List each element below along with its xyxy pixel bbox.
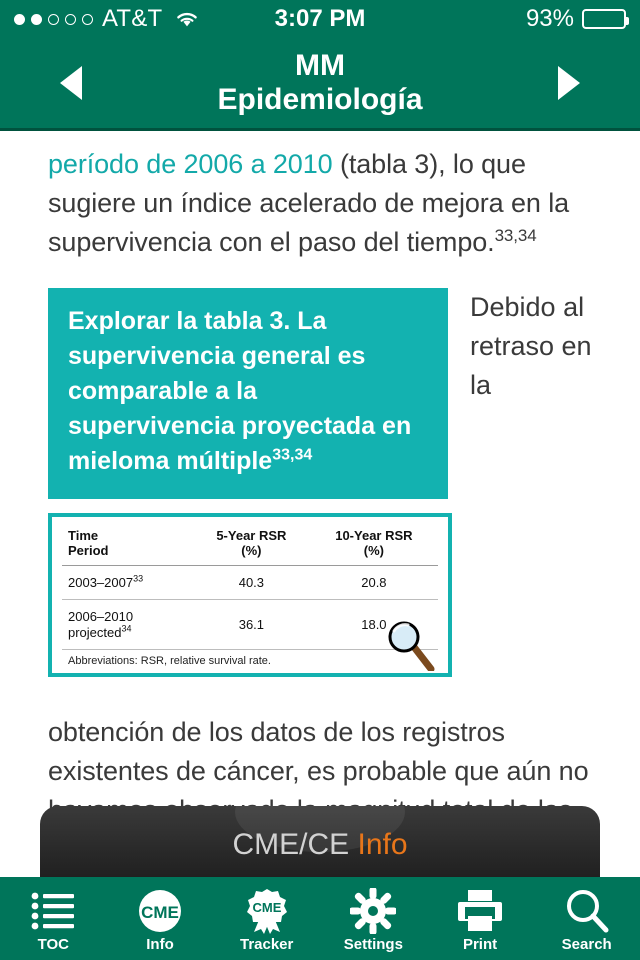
toolbar-item-print[interactable]: Print bbox=[427, 877, 534, 960]
cell-10-year: 18.0 bbox=[361, 617, 387, 633]
cell-period-text: 2003–2007 bbox=[68, 574, 134, 590]
toolbar-item-settings[interactable]: Settings bbox=[320, 877, 427, 960]
table-row: 2003–200733 40.3 20.8 bbox=[62, 565, 438, 600]
toolbar-label-info: Info bbox=[146, 935, 174, 953]
table-thumbnail[interactable]: Time Period 5-Year RSR (%) 10-Year RSR (… bbox=[48, 513, 452, 678]
search-icon bbox=[564, 888, 610, 934]
col-header-10-year-line2: (%) bbox=[363, 543, 384, 559]
toolbar-label-settings: Settings bbox=[343, 935, 403, 953]
gear-icon bbox=[350, 887, 397, 934]
cme-circle-icon: CME bbox=[137, 888, 183, 934]
cell-period: 2006–2010 projected34 bbox=[62, 600, 193, 650]
article-content: período de 2006 a 2010 (tabla 3), lo que… bbox=[0, 131, 640, 870]
toolbar-label-print: Print bbox=[462, 935, 498, 953]
table-row: 2006–2010 projected34 36.1 18.0 bbox=[62, 600, 438, 650]
cell-5-year: 36.1 bbox=[238, 617, 265, 633]
cell-period: 2003–200733 bbox=[62, 565, 193, 600]
status-bar: AT&T 3:07 PM 93% bbox=[0, 0, 640, 38]
bottom-toolbar: TOC CME Info CME Tracker Settings Print … bbox=[0, 877, 640, 960]
paragraph-1: período de 2006 a 2010 (tabla 3), lo que… bbox=[48, 145, 592, 262]
table-abbreviations-note: Abbreviations: RSR, relative survival ra… bbox=[68, 655, 271, 668]
toolbar-item-info[interactable]: CME Info bbox=[107, 877, 214, 960]
signal-dot-4 bbox=[65, 13, 76, 25]
chevron-right-icon[interactable] bbox=[558, 66, 580, 100]
col-header-10-year-line1: 10-Year RSR bbox=[335, 528, 413, 543]
signal-dot-2 bbox=[31, 13, 42, 25]
survival-rate-table: Time Period 5-Year RSR (%) 10-Year RSR (… bbox=[62, 523, 438, 650]
cme-bar-label-primary: CME/CE bbox=[232, 828, 350, 861]
side-paragraph: Debido al retraso en la bbox=[470, 292, 592, 400]
col-header-5-year-rsr: 5-Year RSR (%) bbox=[193, 523, 310, 565]
svg-text:CME: CME bbox=[252, 900, 281, 915]
app-header: MM Epidemiología bbox=[0, 38, 640, 128]
toolbar-label-toc: TOC bbox=[37, 935, 70, 953]
col-header-10-year-rsr: 10-Year RSR (%) bbox=[310, 523, 438, 565]
cell-period-line2-wrap: projected34 bbox=[68, 623, 191, 641]
callout-row: Explorar la tabla 3. La supervivencia ge… bbox=[48, 288, 592, 499]
callout-superscript: 33,34 bbox=[272, 446, 313, 464]
status-bar-left: AT&T bbox=[14, 5, 199, 33]
header-title-group: MM Epidemiología bbox=[217, 49, 422, 116]
cme-bar-label: CME/CE Info bbox=[232, 828, 407, 862]
inline-link-periodo[interactable]: período de 2006 a 2010 bbox=[48, 149, 333, 179]
chevron-left-icon[interactable] bbox=[60, 66, 82, 100]
wifi-icon bbox=[175, 10, 199, 28]
cell-10-year: 20.8 bbox=[361, 574, 387, 590]
toolbar-label-search: Search bbox=[561, 935, 612, 953]
callout-text: Explorar la tabla 3. La supervivencia ge… bbox=[68, 307, 412, 475]
col-header-time-period-line1: Time bbox=[68, 528, 99, 543]
cell-period-text: 2006–2010 bbox=[68, 609, 134, 625]
svg-text:CME: CME bbox=[141, 903, 179, 922]
carrier-label: AT&T bbox=[102, 5, 163, 32]
signal-strength-dots bbox=[14, 13, 93, 25]
cme-bar-label-accent: Info bbox=[357, 828, 408, 861]
signal-dot-3 bbox=[48, 13, 59, 25]
paragraph-1-superscript: 33,34 bbox=[494, 226, 537, 245]
page-title: MM bbox=[295, 49, 345, 83]
signal-dot-5 bbox=[82, 13, 93, 25]
col-header-5-year-line1: 5-Year RSR bbox=[216, 528, 287, 543]
cell-period-superscript: 33 bbox=[133, 573, 144, 584]
list-icon bbox=[30, 888, 76, 934]
toolbar-item-tracker[interactable]: CME Tracker bbox=[213, 877, 320, 960]
table-header-row: Time Period 5-Year RSR (%) 10-Year RSR (… bbox=[62, 523, 438, 566]
printer-icon bbox=[456, 888, 504, 934]
col-header-time-period-line2: Period bbox=[68, 543, 109, 559]
battery-icon bbox=[582, 9, 629, 29]
table-head: Time Period 5-Year RSR (%) 10-Year RSR (… bbox=[62, 523, 438, 566]
cme-ce-info-bar[interactable]: CME/CE Info bbox=[40, 806, 600, 884]
cell-period-line2-superscript: 34 bbox=[121, 623, 132, 634]
page-subtitle: Epidemiología bbox=[217, 83, 423, 116]
status-bar-right: 93% bbox=[525, 5, 629, 33]
toolbar-label-tracker: Tracker bbox=[239, 935, 294, 953]
toolbar-item-toc[interactable]: TOC bbox=[0, 877, 107, 960]
cme-badge-icon: CME bbox=[244, 888, 290, 934]
signal-dot-1 bbox=[14, 13, 25, 25]
cell-5-year: 40.3 bbox=[238, 574, 265, 590]
explore-table-callout[interactable]: Explorar la tabla 3. La supervivencia ge… bbox=[48, 288, 448, 499]
col-header-5-year-line2: (%) bbox=[241, 543, 262, 559]
cell-period-line2: projected bbox=[68, 624, 122, 640]
col-header-time-period: Time Period bbox=[62, 523, 193, 565]
toolbar-item-search[interactable]: Search bbox=[533, 877, 640, 960]
battery-percentage: 93% bbox=[525, 5, 574, 32]
table-body: 2003–200733 40.3 20.8 2006–2010 projecte… bbox=[62, 565, 438, 650]
